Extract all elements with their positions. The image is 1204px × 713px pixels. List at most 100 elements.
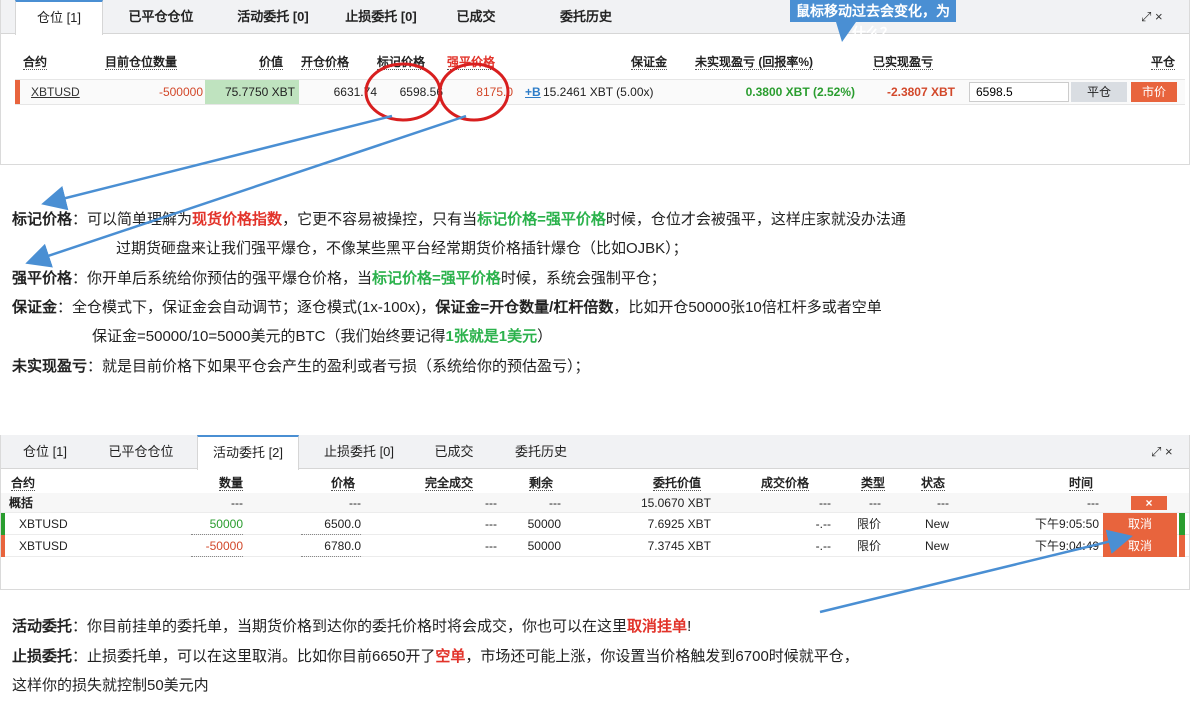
col-time[interactable]: 时间: [1069, 476, 1094, 491]
col-value[interactable]: 价值: [259, 55, 284, 70]
col-entry-price[interactable]: 开仓价格: [301, 55, 350, 70]
col-realised-pnl[interactable]: 已实现盈亏: [873, 55, 934, 70]
note-label: 强平价格: [12, 270, 73, 287]
tab-fills[interactable]: 已成交: [419, 435, 489, 469]
note-margin: 保证金：全仓模式下，保证金会自动调节；逐仓模式(1x-100x)，保证金=开仓数…: [12, 297, 882, 319]
order-status: New: [924, 517, 949, 531]
col-qty[interactable]: 数量: [219, 476, 244, 491]
col-liq-price[interactable]: 强平价格: [447, 55, 496, 70]
note-highlight: 1张就是1美元: [445, 328, 538, 345]
col-margin[interactable]: 保证金: [631, 55, 668, 70]
buy-indicator: [1, 513, 5, 535]
order-filled: ---: [485, 517, 497, 531]
order-qty[interactable]: -50000: [191, 535, 243, 557]
order-status: New: [924, 539, 949, 553]
position-symbol[interactable]: XBTUSD: [31, 80, 80, 104]
order-symbol[interactable]: XBTUSD: [19, 513, 68, 535]
note-text: 时候，仓位才会被强平，这样庄家就没办法通: [605, 211, 906, 228]
tab-order-history[interactable]: 委托历史: [501, 435, 581, 469]
summary-row: 概括 --- --- --- --- 15.0670 XBT --- --- -…: [1, 493, 1189, 513]
tab-fills[interactable]: 已成交: [441, 0, 511, 34]
cancel-order-button[interactable]: 取消: [1103, 513, 1177, 535]
tab-positions[interactable]: 仓位 [1]: [1, 435, 89, 469]
col-status[interactable]: 状态: [921, 476, 946, 491]
window-controls[interactable]: ⤢ ×: [1151, 435, 1173, 469]
col-price[interactable]: 价格: [331, 476, 356, 491]
note-margin-cont: 保证金=50000/10=5000美元的BTC（我们始终要记得1张就是1美元）: [92, 326, 552, 348]
col-symbol[interactable]: 合约: [11, 476, 36, 491]
note-text: !: [687, 618, 692, 635]
positions-panel: 仓位 [1] 已平仓仓位 活动委托 [0] 止损委托 [0] 已成交 委托历史 …: [0, 0, 1190, 165]
add-margin-button[interactable]: +B: [525, 80, 541, 104]
positions-header: 合约 目前仓位数量 价值 开仓价格 标记价格 强平价格 保证金 未实现盈亏 (回…: [1, 52, 1189, 74]
order-row: XBTUSD -50000 6780.0 --- 50000 7.3745 XB…: [1, 535, 1189, 557]
tab-stop-orders[interactable]: 止损委托 [0]: [331, 0, 431, 34]
col-mark-price[interactable]: 标记价格: [377, 55, 426, 70]
note-sep: ：: [72, 618, 88, 635]
note-text: ，比如开仓50000张10倍杠杆多或者空单: [613, 299, 882, 316]
order-price[interactable]: 6780.0: [301, 535, 361, 557]
summary-value: 15.0670 XBT: [640, 496, 711, 510]
sell-indicator: [1179, 535, 1185, 557]
order-qty[interactable]: 50000: [191, 513, 243, 535]
note-text: 就是目前价格下如果平仓会产生的盈利或者亏损（系统给你的预估盈亏）；: [102, 358, 590, 375]
tab-active-orders[interactable]: 活动委托 [2]: [197, 435, 299, 470]
note-text: 可以简单理解为: [87, 211, 193, 228]
note-highlight: 现货价格指数: [192, 211, 283, 228]
note-text: ）: [537, 328, 553, 345]
note-text: 时候，系统会强制平仓；: [500, 270, 666, 287]
note-text: 止损委托单，可以在这里取消。比如你目前6650开了: [87, 648, 436, 665]
tab-closed-positions[interactable]: 已平仓仓位: [111, 0, 211, 34]
note-label: 活动委托: [12, 618, 73, 635]
order-symbol[interactable]: XBTUSD: [19, 535, 68, 557]
note-unrealised-pnl: 未实现盈亏：就是目前价格下如果平仓会产生的盈利或者亏损（系统给你的预估盈亏）；: [12, 356, 590, 378]
note-label: 保证金: [12, 299, 58, 316]
note-bold: 保证金=开仓数量/杠杆倍数: [435, 299, 614, 316]
note-label: 止损委托: [12, 648, 73, 665]
cancel-all-button[interactable]: ×: [1131, 496, 1167, 510]
col-qty[interactable]: 目前仓位数量: [105, 55, 178, 70]
tab-order-history[interactable]: 委托历史: [541, 0, 631, 34]
summary-time: ---: [1087, 496, 1099, 510]
tab-closed-positions[interactable]: 已平仓仓位: [89, 435, 193, 469]
order-price[interactable]: 6500.0: [301, 513, 361, 535]
position-mark-price: 6598.56: [399, 85, 443, 99]
col-type[interactable]: 类型: [861, 476, 886, 491]
note-text: 你开单后系统给你预估的强平爆仓价格，当: [87, 270, 373, 287]
order-value: 7.6925 XBT: [647, 517, 711, 531]
position-liq-price: 8175.0: [476, 85, 513, 99]
position-entry-price: 6631.74: [333, 85, 377, 99]
note-text: 你目前挂单的委托单，当期货价格到达你的委托价格时将会成交，你也可以在这里: [87, 618, 628, 635]
col-fill-price[interactable]: 成交价格: [761, 476, 810, 491]
tab-active-orders[interactable]: 活动委托 [0]: [223, 0, 323, 34]
col-unrealised-pnl[interactable]: 未实现盈亏 (回报率%): [695, 55, 813, 70]
col-remaining[interactable]: 剩余: [529, 476, 554, 491]
summary-type: ---: [869, 496, 881, 510]
close-price-input[interactable]: [969, 82, 1069, 102]
col-filled[interactable]: 完全成交: [425, 476, 474, 491]
position-value: 75.7750 XBT: [205, 80, 299, 104]
note-text: 保证金=50000/10=5000美元的BTC（我们始终要记得: [92, 328, 446, 345]
orders-header: 合约 数量 价格 完全成交 剩余 委托价值 成交价格 类型 状态 时间: [1, 473, 1189, 495]
note-sep: ：: [57, 299, 73, 316]
sell-indicator: [1, 535, 5, 557]
window-controls[interactable]: ⤢ ×: [1141, 0, 1163, 34]
close-market-button[interactable]: 市价: [1131, 82, 1177, 102]
note-highlight: 标记价格=强平价格: [477, 211, 606, 228]
summary-qty: ---: [231, 496, 243, 510]
cancel-order-button[interactable]: 取消: [1103, 535, 1177, 557]
note-liq-price: 强平价格：你开单后系统给你预估的强平爆仓价格，当标记价格=强平价格时候，系统会强…: [12, 268, 666, 290]
order-type: 限价: [856, 517, 881, 531]
order-remaining: 50000: [527, 517, 561, 531]
note-stop-orders: 止损委托：止损委托单，可以在这里取消。比如你目前6650开了空单，市场还可能上涨…: [12, 646, 859, 668]
col-close[interactable]: 平仓: [1151, 55, 1176, 70]
col-symbol[interactable]: 合约: [23, 55, 48, 70]
close-limit-button[interactable]: 平仓: [1071, 82, 1127, 102]
order-remaining: 50000: [527, 539, 561, 553]
col-order-value[interactable]: 委托价值: [653, 476, 702, 491]
tab-stop-orders[interactable]: 止损委托 [0]: [309, 435, 409, 469]
tab-positions[interactable]: 仓位 [1]: [15, 0, 103, 35]
note-sep: ：: [87, 358, 103, 375]
buy-indicator: [1179, 513, 1185, 535]
positions-tabbar: 仓位 [1] 已平仓仓位 活动委托 [0] 止损委托 [0] 已成交 委托历史 …: [1, 0, 1189, 35]
